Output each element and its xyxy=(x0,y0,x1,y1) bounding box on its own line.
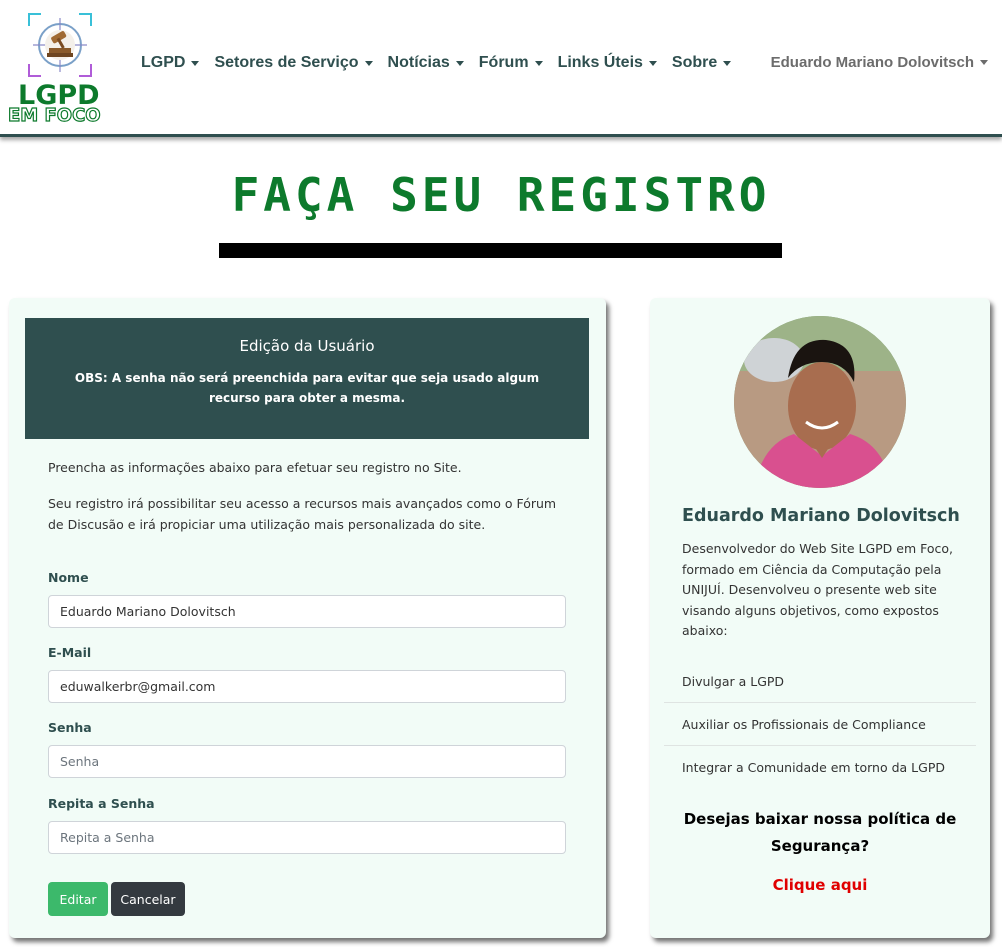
user-menu-label: Eduardo Mariano Dolovitsch xyxy=(770,54,974,71)
nav-item-label: LGPD xyxy=(141,54,186,71)
nav-item-label: Notícias xyxy=(387,54,450,71)
nav-item-sobre[interactable]: Sobre xyxy=(671,54,732,72)
nav-item-forum[interactable]: Fórum xyxy=(479,54,543,72)
card-header-note: OBS: A senha não será preenchida para ev… xyxy=(74,371,540,405)
profile-bio: Desenvolvedor do Web Site LGPD em Foco, … xyxy=(682,541,954,638)
caret-down-icon xyxy=(455,60,464,66)
nav-item-label: Links Úteis xyxy=(557,54,643,71)
nav-item-label: Setores de Serviço xyxy=(214,54,359,71)
nav-item-setores[interactable]: Setores de Serviço xyxy=(214,54,373,72)
password-repeat-input[interactable] xyxy=(48,821,566,854)
top-navbar: LGPD EM FOCO LGPD Setores de Serviço Not… xyxy=(0,0,1002,137)
caret-down-icon xyxy=(534,60,543,66)
gavel-target-icon xyxy=(28,13,92,77)
caret-down-icon xyxy=(191,60,200,66)
card-header-title: Edição da Usuário xyxy=(239,337,375,355)
download-question: Desejas baixar nossa política de Seguran… xyxy=(683,810,957,855)
profile-card: Eduardo Mariano Dolovitsch Desenvolvedor… xyxy=(650,298,990,938)
nav-item-label: Sobre xyxy=(671,54,718,71)
title-underline xyxy=(219,243,782,258)
name-input[interactable] xyxy=(48,595,566,628)
goals-list: Divulgar a LGPD Auxiliar os Profissionai… xyxy=(664,660,976,789)
avatar xyxy=(734,316,906,488)
download-policy-link[interactable]: Clique aqui xyxy=(650,876,990,894)
password-input[interactable] xyxy=(48,745,566,778)
caret-down-icon xyxy=(648,60,657,66)
registration-card: Edição da Usuário OBS: A senha não será … xyxy=(9,298,606,938)
profile-photo xyxy=(734,316,906,488)
list-item: Auxiliar os Profissionais de Compliance xyxy=(664,703,976,746)
nav-item-links-uteis[interactable]: Links Úteis xyxy=(558,54,657,72)
edit-button[interactable]: Editar xyxy=(48,882,108,916)
intro-text: Preencha as informações abaixo para efet… xyxy=(48,460,462,475)
email-label: E-Mail xyxy=(48,645,92,660)
nav-item-noticias[interactable]: Notícias xyxy=(388,54,464,72)
caret-down-icon xyxy=(364,60,373,66)
caret-down-icon xyxy=(723,60,732,66)
caret-down-icon xyxy=(980,60,988,65)
main-menu: LGPD Setores de Serviço Notícias Fórum L… xyxy=(141,54,746,72)
card-header: Edição da Usuário OBS: A senha não será … xyxy=(25,318,589,439)
list-item: Divulgar a LGPD xyxy=(664,660,976,703)
cancel-button[interactable]: Cancelar xyxy=(111,882,185,916)
profile-name: Eduardo Mariano Dolovitsch xyxy=(682,506,960,526)
nav-item-label: Fórum xyxy=(478,54,529,71)
intro-text-secondary: Seu registro irá possibilitar seu acesso… xyxy=(48,496,557,532)
page-title: FAÇA SEU REGISTRO xyxy=(231,168,771,222)
password-label: Senha xyxy=(48,720,92,735)
password-repeat-label: Repita a Senha xyxy=(48,796,155,811)
user-menu[interactable]: Eduardo Mariano Dolovitsch xyxy=(771,54,988,71)
site-logo[interactable]: LGPD EM FOCO xyxy=(7,8,116,127)
email-input[interactable] xyxy=(48,670,566,703)
name-label: Nome xyxy=(48,570,89,585)
logo-text-em-foco: EM FOCO xyxy=(7,104,101,126)
list-item: Integrar a Comunidade em torno da LGPD xyxy=(682,760,945,775)
nav-item-lgpd[interactable]: LGPD xyxy=(141,54,200,72)
